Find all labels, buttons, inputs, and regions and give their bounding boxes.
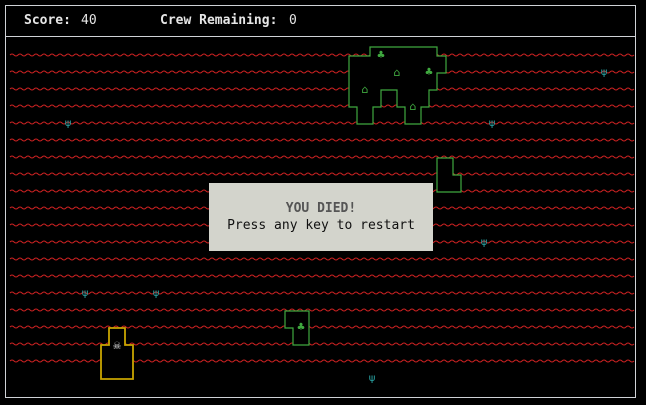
tree-icon: ♣: [377, 50, 386, 61]
trident-icon: ψ: [489, 118, 496, 129]
tree-icon: ♣: [297, 322, 306, 333]
island-small-right: [436, 157, 462, 193]
hut-icon: ⌂: [362, 83, 369, 96]
game-over-title: YOU DIED!: [285, 201, 357, 216]
trident-icon: ψ: [481, 237, 488, 248]
trident-icon: ψ: [82, 288, 89, 299]
trident-icon: ψ: [65, 118, 72, 129]
skull-icon: ☠: [113, 341, 122, 352]
trident-icon: ψ: [153, 288, 160, 299]
hut-icon: ⌂: [394, 66, 401, 79]
game-over-dialog[interactable]: YOU DIED! Press any key to restart: [209, 183, 433, 251]
tree-icon: ♣: [425, 67, 434, 78]
trident-icon: ψ: [601, 67, 608, 78]
player-ship: [100, 327, 134, 380]
restart-prompt: Press any key to restart: [227, 218, 415, 233]
hut-icon: ⌂: [410, 100, 417, 113]
trident-icon: ψ: [369, 373, 376, 384]
